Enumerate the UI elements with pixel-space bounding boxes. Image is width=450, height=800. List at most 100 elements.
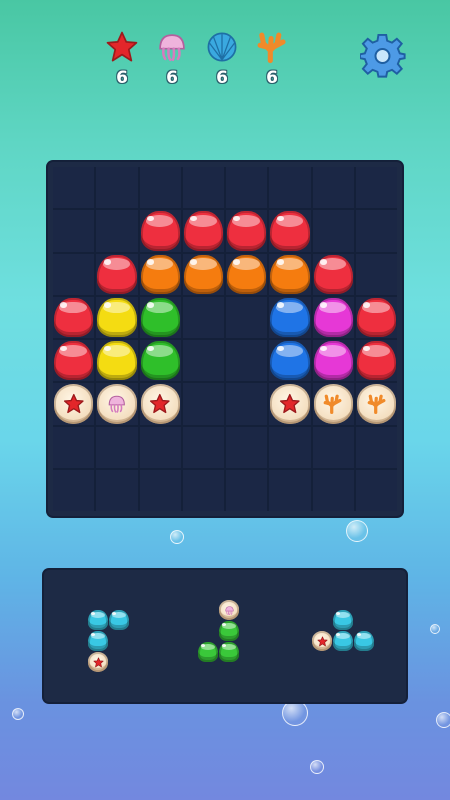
board-cell[interactable] bbox=[312, 426, 354, 468]
board-cell[interactable] bbox=[226, 167, 268, 209]
board-cell[interactable] bbox=[139, 426, 181, 468]
board-cell[interactable] bbox=[269, 383, 311, 425]
board-cell[interactable] bbox=[269, 340, 311, 382]
jelly-block bbox=[97, 297, 137, 337]
board-grid[interactable] bbox=[53, 167, 397, 511]
jelly-block bbox=[54, 297, 94, 337]
board-cell[interactable] bbox=[226, 426, 268, 468]
board-cell[interactable] bbox=[355, 296, 397, 338]
jelly-block bbox=[198, 642, 218, 662]
jelly-block bbox=[356, 341, 396, 381]
coral-tile bbox=[313, 384, 353, 424]
board-cell[interactable] bbox=[139, 340, 181, 382]
board-cell[interactable] bbox=[226, 210, 268, 252]
board-cell[interactable] bbox=[269, 426, 311, 468]
jelly-block bbox=[140, 297, 180, 337]
bubble bbox=[346, 520, 368, 542]
jelly-block bbox=[140, 341, 180, 381]
jelly-block bbox=[183, 254, 223, 294]
board-cell[interactable] bbox=[226, 469, 268, 511]
board-cell[interactable] bbox=[139, 253, 181, 295]
board-cell[interactable] bbox=[182, 167, 224, 209]
board-cell[interactable] bbox=[139, 469, 181, 511]
board-cell[interactable] bbox=[96, 426, 138, 468]
board-cell[interactable] bbox=[355, 253, 397, 295]
coral-icon bbox=[367, 394, 385, 415]
board-cell[interactable] bbox=[269, 210, 311, 252]
jelly-block bbox=[140, 211, 180, 251]
jelly-block bbox=[54, 341, 94, 381]
board-cell[interactable] bbox=[53, 383, 95, 425]
goal-count: 6 bbox=[216, 68, 228, 88]
board-cell[interactable] bbox=[312, 340, 354, 382]
piece-cell bbox=[109, 610, 129, 630]
piece-cell bbox=[219, 642, 239, 662]
board-cell[interactable] bbox=[53, 469, 95, 511]
board-cell[interactable] bbox=[182, 340, 224, 382]
board-cell[interactable] bbox=[53, 253, 95, 295]
board-cell[interactable] bbox=[182, 469, 224, 511]
jelly-block bbox=[270, 211, 310, 251]
board-cell[interactable] bbox=[226, 383, 268, 425]
board-cell[interactable] bbox=[312, 296, 354, 338]
board-cell[interactable] bbox=[182, 383, 224, 425]
jelly-block bbox=[270, 254, 310, 294]
goal-coral: 6 bbox=[252, 30, 292, 88]
jelly-block bbox=[97, 341, 137, 381]
jellyfish-icon bbox=[108, 395, 125, 413]
board-cell[interactable] bbox=[96, 210, 138, 252]
board-cell[interactable] bbox=[96, 469, 138, 511]
board-cell[interactable] bbox=[226, 253, 268, 295]
board-cell[interactable] bbox=[226, 296, 268, 338]
game-board bbox=[48, 162, 402, 516]
board-cell[interactable] bbox=[355, 426, 397, 468]
board-cell[interactable] bbox=[96, 340, 138, 382]
jelly-block bbox=[313, 341, 353, 381]
board-cell[interactable] bbox=[182, 296, 224, 338]
board-cell[interactable] bbox=[53, 340, 95, 382]
board-cell[interactable] bbox=[182, 253, 224, 295]
board-cell[interactable] bbox=[182, 426, 224, 468]
board-cell[interactable] bbox=[96, 167, 138, 209]
shell-icon bbox=[207, 32, 237, 62]
board-cell[interactable] bbox=[96, 383, 138, 425]
board-cell[interactable] bbox=[312, 210, 354, 252]
board-cell[interactable] bbox=[312, 253, 354, 295]
board-cell[interactable] bbox=[96, 253, 138, 295]
jelly-block bbox=[227, 254, 267, 294]
settings-button[interactable] bbox=[359, 33, 406, 80]
board-cell[interactable] bbox=[312, 383, 354, 425]
board-cell[interactable] bbox=[355, 167, 397, 209]
jellyfish-icon bbox=[224, 605, 234, 615]
board-cell[interactable] bbox=[355, 383, 397, 425]
board-cell[interactable] bbox=[355, 340, 397, 382]
board-cell[interactable] bbox=[312, 167, 354, 209]
board-cell[interactable] bbox=[53, 167, 95, 209]
bubble bbox=[436, 712, 450, 728]
board-cell[interactable] bbox=[226, 340, 268, 382]
goal-count: 6 bbox=[266, 68, 278, 88]
board-cell[interactable] bbox=[139, 210, 181, 252]
board-cell[interactable] bbox=[355, 210, 397, 252]
piece-tray bbox=[44, 570, 406, 702]
goal-starfish: 6 bbox=[102, 30, 142, 88]
bubble bbox=[170, 530, 184, 544]
board-cell[interactable] bbox=[53, 426, 95, 468]
board-cell[interactable] bbox=[355, 469, 397, 511]
board-cell[interactable] bbox=[269, 253, 311, 295]
board-cell[interactable] bbox=[53, 296, 95, 338]
board-cell[interactable] bbox=[139, 167, 181, 209]
board-cell[interactable] bbox=[96, 296, 138, 338]
board-cell[interactable] bbox=[269, 469, 311, 511]
bubble bbox=[12, 708, 24, 720]
jelly-block bbox=[313, 297, 353, 337]
board-cell[interactable] bbox=[269, 296, 311, 338]
board-cell[interactable] bbox=[139, 383, 181, 425]
board-cell[interactable] bbox=[182, 210, 224, 252]
jelly-block bbox=[140, 254, 180, 294]
board-cell[interactable] bbox=[53, 210, 95, 252]
starfish-icon bbox=[316, 635, 328, 646]
board-cell[interactable] bbox=[139, 296, 181, 338]
board-cell[interactable] bbox=[312, 469, 354, 511]
board-cell[interactable] bbox=[269, 167, 311, 209]
